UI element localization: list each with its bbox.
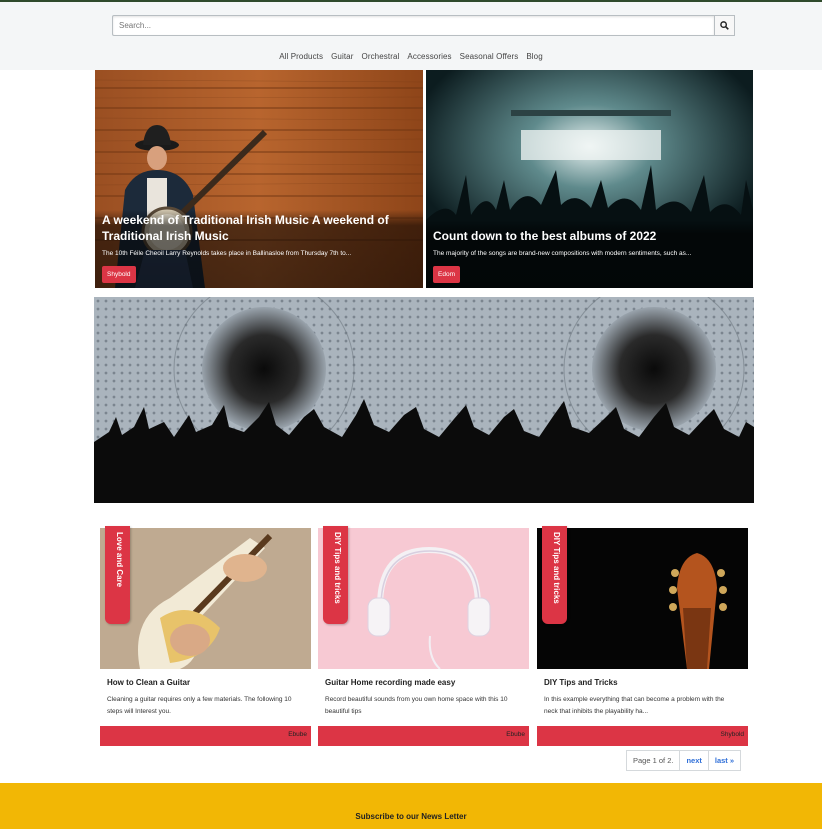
featured-excerpt: The 10th Féile Cheoil Larry Reynolds tak… xyxy=(102,250,352,257)
concert-banner xyxy=(94,297,754,503)
guitar-cleaning-image xyxy=(100,528,311,669)
header-bar: All Products Guitar Orchestral Accessori… xyxy=(0,0,822,70)
post-excerpt: Cleaning a guitar requires only a few ma… xyxy=(107,696,292,715)
post-excerpt: In this example everything that can beco… xyxy=(544,696,725,715)
author-badge[interactable]: Shybold xyxy=(102,266,136,283)
featured-post[interactable]: A weekend of Traditional Irish Music A w… xyxy=(95,70,423,288)
post-footer: Ebube xyxy=(318,726,529,746)
post-footer: Shybold xyxy=(537,726,748,746)
next-page-link[interactable]: next xyxy=(680,750,709,771)
post-author[interactable]: Ebube xyxy=(288,731,307,738)
category-label: DIY Tips and tricks xyxy=(551,532,561,604)
post-image[interactable] xyxy=(100,528,311,669)
newsletter-heading: Subscribe to our News Letter xyxy=(355,812,467,821)
post-footer: Ebube xyxy=(100,726,311,746)
post-card[interactable]: DIY Tips and tricks DIY Tips and Tricks … xyxy=(537,526,748,746)
category-label: Love and Care xyxy=(114,532,124,588)
category-ribbon[interactable]: DIY Tips and tricks xyxy=(323,526,348,624)
post-title[interactable]: DIY Tips and Tricks xyxy=(544,678,618,687)
post-image[interactable] xyxy=(318,528,529,669)
headphones-image xyxy=(318,528,529,669)
post-excerpt: Record beautiful sounds from you own hom… xyxy=(325,696,508,715)
search-button[interactable] xyxy=(714,15,735,36)
post-author[interactable]: Shybold xyxy=(721,731,745,738)
search-bar xyxy=(112,15,735,36)
guitar-headstock-image xyxy=(537,528,748,669)
nav-orchestral[interactable]: Orchestral xyxy=(362,52,400,61)
page-status: Page 1 of 2. xyxy=(626,750,681,771)
post-title[interactable]: How to Clean a Guitar xyxy=(107,678,190,687)
category-label: DIY Tips and tricks xyxy=(332,532,342,604)
post-title[interactable]: Guitar Home recording made easy xyxy=(325,678,455,687)
post-card[interactable]: Love and Care How to Clean a Guitar Clea… xyxy=(100,526,311,746)
nav-seasonal-offers[interactable]: Seasonal Offers xyxy=(460,52,519,61)
newsletter-footer xyxy=(0,783,822,829)
pagination: Page 1 of 2. next last » xyxy=(626,750,742,771)
featured-excerpt: The majority of the songs are brand-new … xyxy=(433,250,692,257)
nav-blog[interactable]: Blog xyxy=(526,52,542,61)
search-input[interactable] xyxy=(112,15,714,36)
last-page-link[interactable]: last » xyxy=(708,750,742,771)
nav-guitar[interactable]: Guitar xyxy=(331,52,353,61)
category-ribbon[interactable]: DIY Tips and tricks xyxy=(542,526,567,624)
main-nav: All Products Guitar Orchestral Accessori… xyxy=(0,52,822,61)
featured-title[interactable]: Count down to the best albums of 2022 xyxy=(433,228,733,244)
search-icon xyxy=(720,21,729,30)
post-image[interactable] xyxy=(537,528,748,669)
featured-title[interactable]: A weekend of Traditional Irish Music A w… xyxy=(102,212,402,244)
post-author[interactable]: Ebube xyxy=(506,731,525,738)
author-badge[interactable]: Edom xyxy=(433,266,460,283)
post-card[interactable]: DIY Tips and tricks Guitar Home recordin… xyxy=(318,526,529,746)
crowd-silhouette-image xyxy=(94,297,754,503)
category-ribbon[interactable]: Love and Care xyxy=(105,526,130,624)
nav-accessories[interactable]: Accessories xyxy=(407,52,451,61)
nav-all-products[interactable]: All Products xyxy=(279,52,323,61)
featured-post[interactable]: Count down to the best albums of 2022 Th… xyxy=(426,70,753,288)
